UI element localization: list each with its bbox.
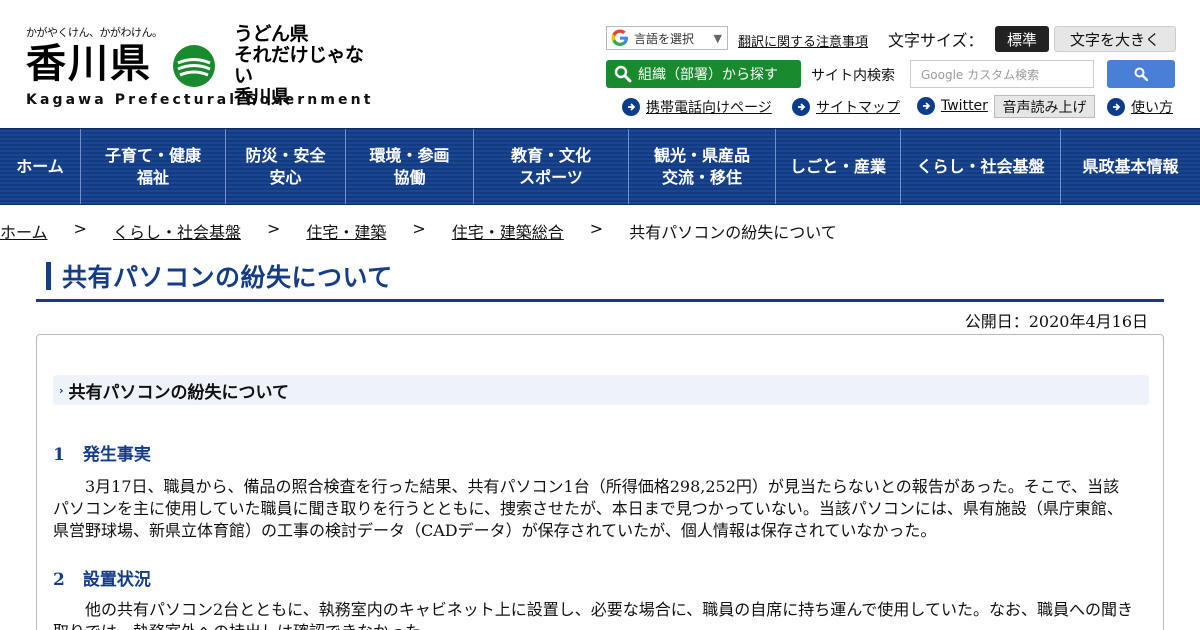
arrow-right-icon: [1107, 98, 1125, 116]
org-search-button[interactable]: 組織（部署）から探す: [606, 60, 801, 88]
article-subheading-label: 共有パソコンの紛失について: [68, 382, 290, 403]
arrow-right-icon: [917, 97, 935, 115]
language-select-label: 言語を選択: [634, 31, 695, 46]
gnav-item-prefectural-info[interactable]: 県政基本情報: [1061, 129, 1200, 204]
gnav-label: 子育て・健康: [104, 145, 201, 165]
breadcrumb-item[interactable]: ホーム: [0, 219, 48, 243]
title-accent-bar: [46, 262, 51, 290]
global-nav: ホーム 子育て・健康 福祉 防災・安全 安心 環境・参画 協働 教育・文化 スポーツ 観…: [0, 128, 1200, 205]
mobile-page-label: 携帯電話向けページ: [646, 100, 772, 116]
page-title-block: 共有パソコンの紛失について: [36, 254, 1164, 302]
breadcrumb-separator: >: [589, 219, 604, 238]
page-title: 共有パソコンの紛失について: [62, 263, 393, 292]
published-date: 公開日：2020年4月16日: [964, 312, 1148, 331]
section-title: 発生事実: [82, 445, 151, 465]
section-heading: 1 発生事実: [53, 440, 151, 465]
gnav-item-education-culture[interactable]: 教育・文化 スポーツ: [474, 129, 629, 204]
mobile-page-link[interactable]: 携帯電話向けページ: [622, 97, 772, 117]
gnav-item-home[interactable]: ホーム: [0, 129, 81, 204]
breadcrumb-item[interactable]: 住宅・建築総合: [452, 219, 564, 243]
google-icon: [611, 29, 628, 46]
read-aloud-button[interactable]: 音声読み上げ: [994, 95, 1095, 118]
breadcrumb-current: 共有パソコンの紛失について: [629, 223, 837, 242]
gnav-label: 教育・文化: [510, 145, 591, 165]
breadcrumb-item[interactable]: くらし・社会基盤: [113, 219, 241, 243]
gnav-item-childcare-health[interactable]: 子育て・健康 福祉: [81, 129, 226, 204]
gnav-label: 環境・参画: [369, 145, 450, 165]
gnav-item-living-infrastructure[interactable]: くらし・社会基盤: [901, 129, 1061, 204]
logo-tagline: かがやくけん、かがわけん。: [26, 26, 163, 39]
usage-label: 使い方: [1131, 100, 1173, 116]
gnav-item-environment[interactable]: 環境・参画 協働: [346, 129, 474, 204]
section-number: 2: [53, 570, 65, 590]
gnav-label: 防災・安全: [245, 145, 326, 165]
gnav-label: 協働: [393, 167, 426, 187]
gnav-label: 観光・県産品: [653, 145, 750, 165]
site-search-label: サイト内検索: [811, 68, 895, 84]
gnav-item-tourism[interactable]: 観光・県産品 交流・移住: [629, 129, 776, 204]
language-select[interactable]: 言語を選択 ▼: [606, 26, 728, 50]
section-number: 1: [53, 445, 65, 465]
section-heading: 2 設置状況: [53, 565, 151, 590]
gnav-label: くらし・社会基盤: [916, 156, 1045, 176]
article-subheading: › 共有パソコンの紛失について: [53, 375, 1149, 405]
breadcrumb-separator: >: [73, 219, 87, 238]
twitter-link[interactable]: Twitter: [917, 97, 988, 115]
logo-name: 香川県: [26, 41, 152, 87]
chevron-down-icon: ▼: [713, 31, 722, 45]
gnav-label: スポーツ: [519, 167, 583, 187]
font-size-standard-button[interactable]: 標準: [995, 26, 1049, 52]
sitemap-link[interactable]: サイトマップ: [792, 97, 900, 117]
search-icon: [614, 65, 632, 83]
gnav-label: しごと・産業: [789, 156, 886, 176]
arrow-right-icon: [622, 98, 640, 116]
font-size-large-button[interactable]: 文字を大きく: [1054, 26, 1176, 52]
section-title: 設置状況: [82, 570, 151, 590]
twitter-label: Twitter: [941, 98, 988, 114]
gnav-label: ホーム: [16, 156, 64, 176]
udon-bowl-icon: [173, 45, 215, 87]
translation-notice-link[interactable]: 翻訳に関する注意事項: [738, 31, 868, 50]
site-logo[interactable]: かがやくけん、かがわけん。 香川県 うどん県 それだけじゃない 香川県 Kaga…: [26, 24, 372, 116]
gnav-item-disaster-safety[interactable]: 防災・安全 安心: [226, 129, 346, 204]
udon-line: それだけじゃない: [234, 44, 364, 87]
logo-english-name: Kagawa Prefectural Government: [26, 92, 374, 108]
article-body: › 共有パソコンの紛失について 1 発生事実 3月17日、職員から、備品の照合検査…: [36, 334, 1164, 630]
sitemap-label: サイトマップ: [816, 100, 900, 116]
site-header: かがやくけん、かがわけん。 香川県 うどん県 それだけじゃない 香川県 Kaga…: [0, 0, 1200, 128]
udon-line: うどん県: [234, 23, 309, 45]
breadcrumb-item[interactable]: 住宅・建築: [306, 219, 386, 243]
gnav-label: 安心: [269, 167, 302, 187]
gnav-label: 県政基本情報: [1082, 156, 1179, 176]
usage-link[interactable]: 使い方: [1107, 97, 1173, 117]
section-text: 他の共有パソコン2台とともに、執務室内のキャビネット上に設置し、必要な場合に、職…: [53, 600, 1133, 630]
org-search-label: 組織（部署）から探す: [638, 67, 778, 83]
search-icon: [1134, 67, 1148, 81]
site-search-button[interactable]: [1107, 60, 1175, 88]
section-text: 3月17日、職員から、備品の照合検査を行った結果、共有パソコン1台（所得価格29…: [53, 477, 1123, 540]
font-size-label: 文字サイズ：: [888, 31, 984, 50]
chevron-right-icon: ›: [59, 383, 64, 397]
breadcrumb-separator: >: [266, 219, 281, 238]
gnav-item-work-industry[interactable]: しごと・産業: [776, 129, 901, 204]
arrow-right-icon: [792, 98, 810, 116]
site-search-input[interactable]: Google カスタム検索: [910, 60, 1094, 88]
gnav-label: 交流・移住: [661, 167, 742, 187]
gnav-label: 福祉: [136, 167, 169, 187]
breadcrumb-separator: >: [412, 219, 426, 238]
breadcrumb: ホーム > くらし・社会基盤 > 住宅・建築 > 住宅・建築総合 > 共有パソコ…: [0, 219, 837, 243]
